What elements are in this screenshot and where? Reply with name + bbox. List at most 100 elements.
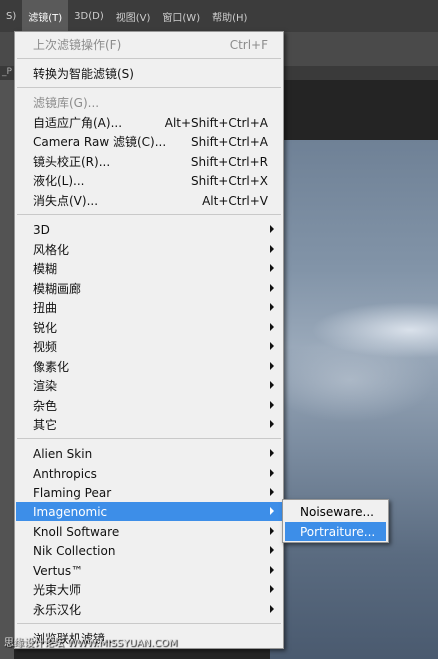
menu-item-convert-smart-filter[interactable]: 转换为智能滤镜(S): [16, 64, 282, 83]
menu-item-label: 其它: [33, 418, 58, 432]
submenu-arrow-icon: [270, 605, 274, 613]
submenu-arrow-icon: [270, 303, 274, 311]
menu-item-render[interactable]: 渲染: [16, 376, 282, 395]
menu-item-3d[interactable]: 3D: [16, 220, 282, 239]
submenu-arrow-icon: [270, 401, 274, 409]
submenu-arrow-icon: [270, 488, 274, 496]
menu-item-label: 杂色: [33, 399, 58, 413]
photo-sky-image: [270, 140, 438, 659]
menu-item-blur-gallery[interactable]: 模糊画廊: [16, 279, 282, 298]
menu-window[interactable]: 窗口(W): [156, 0, 206, 32]
menu-item-label: Flaming Pear: [33, 485, 112, 500]
menu-item-liquify[interactable]: 液化(L)... Shift+Ctrl+X: [16, 171, 282, 190]
menu-item-camera-raw[interactable]: Camera Raw 滤镜(C)... Shift+Ctrl+A: [16, 132, 282, 151]
menu-item-label: 模糊画廊: [33, 282, 82, 296]
submenu-item-label: Portraiture...: [300, 524, 376, 539]
menu-item-label: 镜头校正(R)...: [33, 155, 111, 169]
menu-item-label: 3D: [33, 222, 50, 237]
submenu-arrow-icon: [270, 245, 274, 253]
menu-item-stylize[interactable]: 风格化: [16, 240, 282, 259]
menu-item-label: Nik Collection: [33, 543, 116, 558]
imagenomic-submenu: Noiseware... Portraiture...: [282, 499, 389, 543]
document-tab[interactable]: _P: [2, 67, 12, 77]
menu-item-label: 模糊: [33, 262, 58, 276]
menu-help[interactable]: 帮助(H): [206, 0, 253, 32]
menu-item-blur[interactable]: 模糊: [16, 259, 282, 278]
menu-item-label: 锐化: [33, 321, 58, 335]
menu-item-yongle-localization[interactable]: 永乐汉化: [16, 600, 282, 619]
submenu-arrow-icon: [270, 284, 274, 292]
menu-item-label: 上次滤镜操作(F): [33, 38, 122, 52]
menu-item-nik-collection[interactable]: Nik Collection: [16, 541, 282, 560]
menu-item-lens-correction[interactable]: 镜头校正(R)... Shift+Ctrl+R: [16, 152, 282, 171]
menu-filter[interactable]: 滤镜(T): [22, 0, 69, 32]
menu-item-shortcut: Ctrl+F: [229, 37, 268, 52]
menu-item-shortcut: Shift+Ctrl+R: [190, 154, 268, 169]
menu-divider: [17, 87, 281, 88]
menu-item-label: 滤镜库(G)...: [33, 96, 100, 110]
menu-divider: [17, 438, 281, 439]
menu-item-label: 消失点(V)...: [33, 194, 99, 208]
menu-divider: [17, 623, 281, 624]
menu-item-label: 自适应广角(A)...: [33, 116, 123, 130]
menu-item-distort[interactable]: 扭曲: [16, 298, 282, 317]
submenu-arrow-icon: [270, 546, 274, 554]
menu-item-label: Alien Skin: [33, 446, 93, 461]
submenu-arrow-icon: [270, 342, 274, 350]
watermark-text: 思缘设计论坛 WWW.MISSYUAN.COM: [4, 638, 178, 649]
submenu-item-label: Noiseware...: [300, 504, 374, 519]
menu-item-label: 像素化: [33, 360, 70, 374]
menu-3d[interactable]: 3D(D): [68, 0, 110, 32]
menu-item-label: 风格化: [33, 243, 70, 257]
menu-item-adaptive-wide-angle[interactable]: 自适应广角(A)... Alt+Shift+Ctrl+A: [16, 113, 282, 132]
menu-item-label: Vertus™: [33, 563, 84, 578]
menu-item-beam-master[interactable]: 光束大师: [16, 580, 282, 599]
menu-view[interactable]: 视图(V): [110, 0, 157, 32]
menu-item-knoll-software[interactable]: Knoll Software: [16, 522, 282, 541]
submenu-arrow-icon: [270, 469, 274, 477]
menu-item-label: Imagenomic: [33, 504, 108, 519]
menu-item-flaming-pear[interactable]: Flaming Pear: [16, 483, 282, 502]
menu-item-vertus[interactable]: Vertus™: [16, 561, 282, 580]
menu-item-label: 渲染: [33, 379, 58, 393]
filter-menu: 上次滤镜操作(F) Ctrl+F 转换为智能滤镜(S) 滤镜库(G)... 自适…: [14, 31, 284, 649]
menu-item-noise[interactable]: 杂色: [16, 396, 282, 415]
menu-divider: [17, 214, 281, 215]
submenu-arrow-icon: [270, 264, 274, 272]
menu-select[interactable]: S): [0, 0, 22, 32]
submenu-arrow-icon: [270, 507, 274, 515]
submenu-arrow-icon: [270, 449, 274, 457]
submenu-arrow-icon: [270, 585, 274, 593]
menu-item-anthropics[interactable]: Anthropics: [16, 464, 282, 483]
menu-item-last-filter: 上次滤镜操作(F) Ctrl+F: [16, 35, 282, 54]
menu-item-label: 转换为智能滤镜(S): [33, 67, 134, 81]
menu-item-label: Camera Raw 滤镜(C)...: [33, 135, 167, 149]
submenu-arrow-icon: [270, 323, 274, 331]
menu-item-label: 光束大师: [33, 583, 82, 597]
menu-item-shortcut: Shift+Ctrl+A: [191, 134, 268, 149]
menu-item-label: 扭曲: [33, 301, 58, 315]
menu-item-label: 液化(L)...: [33, 174, 85, 188]
menu-item-label: Knoll Software: [33, 524, 120, 539]
menu-item-shortcut: Alt+Ctrl+V: [202, 193, 268, 208]
menu-item-pixelate[interactable]: 像素化: [16, 357, 282, 376]
submenu-item-noiseware[interactable]: Noiseware...: [285, 502, 386, 521]
menu-item-imagenomic[interactable]: Imagenomic: [16, 502, 282, 521]
submenu-arrow-icon: [270, 362, 274, 370]
submenu-arrow-icon: [270, 420, 274, 428]
submenu-arrow-icon: [270, 566, 274, 574]
submenu-item-portraiture[interactable]: Portraiture...: [285, 522, 386, 541]
submenu-arrow-icon: [270, 225, 274, 233]
menu-item-vanishing-point[interactable]: 消失点(V)... Alt+Ctrl+V: [16, 191, 282, 210]
menu-item-label: 视频: [33, 340, 58, 354]
menu-item-sharpen[interactable]: 锐化: [16, 318, 282, 337]
menu-item-label: Anthropics: [33, 466, 97, 481]
submenu-arrow-icon: [270, 527, 274, 535]
menu-bar: S) 滤镜(T) 3D(D) 视图(V) 窗口(W) 帮助(H): [0, 0, 438, 33]
menu-item-video[interactable]: 视频: [16, 337, 282, 356]
menu-item-other[interactable]: 其它: [16, 415, 282, 434]
menu-item-alien-skin[interactable]: Alien Skin: [16, 444, 282, 463]
menu-item-filter-gallery: 滤镜库(G)...: [16, 93, 282, 112]
menu-item-label: 永乐汉化: [33, 603, 82, 617]
menu-item-shortcut: Shift+Ctrl+X: [191, 173, 268, 188]
